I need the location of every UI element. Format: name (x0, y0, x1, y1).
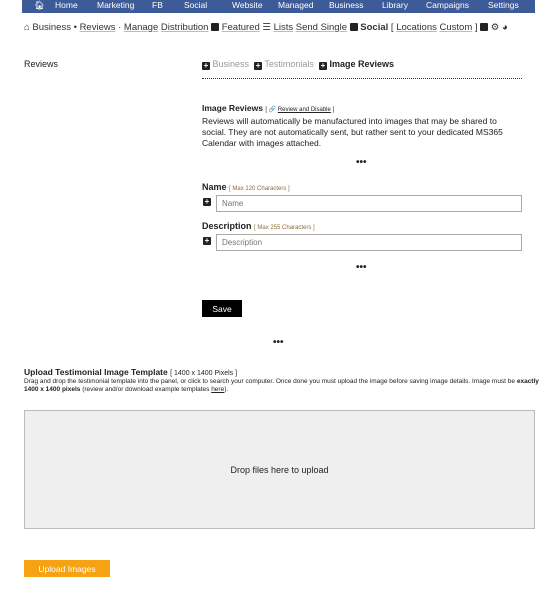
camera-icon (211, 23, 220, 31)
list-icon: ☰ (262, 22, 271, 33)
upload-section: Upload Testimonial Image Template [ 1400… (24, 367, 539, 393)
description-input[interactable] (216, 234, 522, 251)
subnav-business[interactable]: Business (32, 22, 71, 33)
home-icon[interactable]: 🏠︎ (34, 0, 45, 11)
subnav-social[interactable]: Social (360, 22, 388, 33)
home-icon[interactable]: ⌂ (24, 22, 30, 33)
review-and-disable-link[interactable]: Review and Disable (278, 107, 331, 113)
dropzone[interactable]: Drop files here to upload (24, 410, 535, 529)
gear-icon[interactable]: ⚙ (491, 22, 500, 33)
plus-icon: + (318, 61, 327, 70)
ellipsis: ••• (356, 262, 367, 273)
pie-chart-icon[interactable]: ◕ (502, 22, 508, 33)
upload-images-button[interactable]: Upload Images (24, 560, 110, 577)
nav-business[interactable]: Business (329, 0, 364, 11)
tab-business[interactable]: Business (213, 59, 250, 69)
top-nav: 🏠︎ Home Marketing FB Social Website Mana… (22, 0, 535, 13)
sub-nav: ⌂ Business • Reviews · Manage Distributi… (24, 22, 508, 33)
plus-icon: + (254, 61, 263, 70)
upload-title: Upload Testimonial Image Template (24, 367, 168, 377)
subnav-custom[interactable]: Custom (440, 22, 473, 33)
image-reviews-info: Image Reviews [ 🔗 Review and Disable ] R… (202, 103, 503, 148)
description-label: Description [ Max 255 Characters ] (202, 221, 315, 231)
save-button[interactable]: Save (202, 300, 242, 317)
nav-library[interactable]: Library (382, 0, 408, 11)
plus-icon[interactable]: + (203, 237, 211, 245)
subnav-featured[interactable]: Featured (222, 22, 260, 33)
nav-campaigns[interactable]: Campaigns (426, 0, 469, 11)
section-label: Reviews (24, 59, 59, 69)
nav-settings[interactable]: Settings (488, 0, 519, 11)
camera-icon (349, 23, 358, 31)
nav-website[interactable]: Website (232, 0, 263, 11)
tab-testimonials[interactable]: Testimonials (264, 59, 314, 69)
subnav-distribution[interactable]: Distribution (161, 22, 209, 33)
subnav-reviews[interactable]: Reviews (80, 22, 116, 33)
image-reviews-body: Reviews will automatically be manufactur… (202, 116, 503, 148)
templates-link[interactable]: here (211, 386, 224, 393)
nav-fb[interactable]: FB (152, 0, 163, 11)
subnav-lists[interactable]: Lists (274, 22, 294, 33)
subnav-manage[interactable]: Manage (124, 22, 158, 33)
nav-home[interactable]: Home (55, 0, 78, 11)
plus-icon[interactable]: + (203, 198, 211, 206)
nav-social[interactable]: Social (184, 0, 207, 11)
subnav-send-single[interactable]: Send Single (296, 22, 347, 33)
name-input[interactable] (216, 195, 522, 212)
ellipsis: ••• (273, 337, 284, 348)
dropzone-label: Drop files here to upload (230, 464, 329, 475)
image-reviews-title: Image Reviews (202, 103, 263, 113)
square-icon[interactable] (480, 23, 489, 31)
ellipsis: ••• (356, 157, 367, 168)
tabs: + Business + Testimonials + Image Review… (202, 59, 394, 70)
name-label: Name [ Max 120 Characters ] (202, 182, 290, 192)
nav-marketing[interactable]: Marketing (97, 0, 134, 11)
divider (202, 78, 522, 79)
subnav-locations[interactable]: Locations (396, 22, 437, 33)
plus-icon: + (202, 61, 210, 70)
nav-managed[interactable]: Managed (278, 0, 313, 11)
tab-image-reviews[interactable]: Image Reviews (329, 59, 394, 69)
